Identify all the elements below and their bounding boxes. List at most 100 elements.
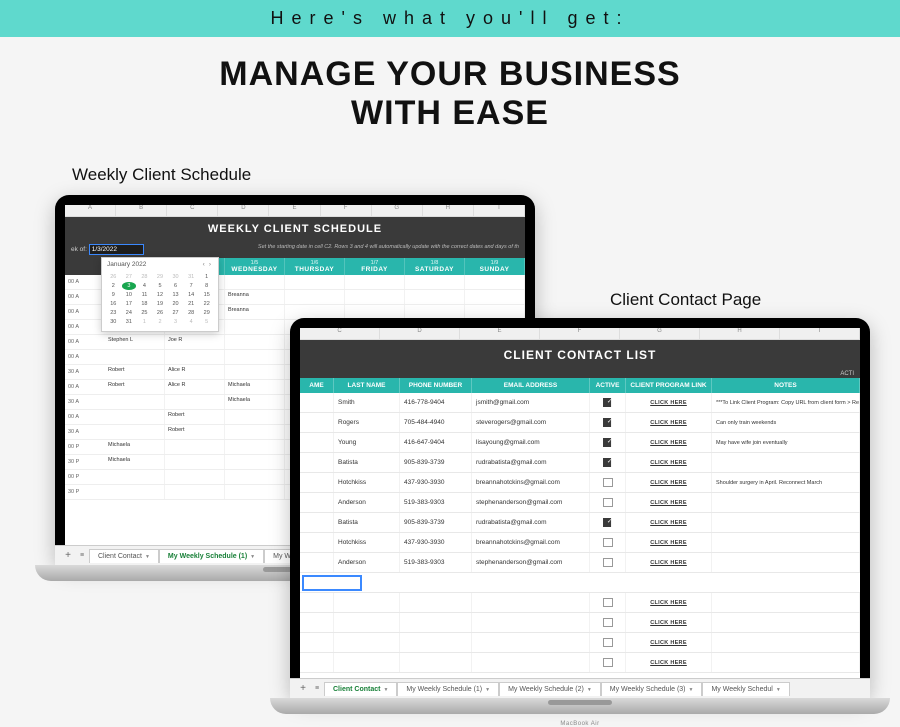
headline-line-1: MANAGE YOUR BUSINESS [0, 55, 900, 94]
time-column: 00 A00 A00 A00 A00 A00 A30 A00 A30 A00 A… [65, 275, 105, 500]
datepicker-day[interactable]: 31 [184, 273, 199, 281]
laptop-base: MacBook Air [270, 698, 890, 714]
contacts-screen: CDEFGHI CLIENT CONTACT LIST ACTI AMELAST… [300, 328, 860, 688]
datepicker-day[interactable]: 2 [153, 318, 168, 326]
sheet-tabs-contacts[interactable]: + ≡ Client Contact▼My Weekly Schedule (1… [300, 678, 860, 688]
datepicker-nav[interactable]: ‹› [201, 261, 213, 268]
contact-row[interactable]: Anderson519-383-9303stephenanderson@gmai… [300, 493, 860, 513]
day-header: 1/9SUNDAY [465, 258, 525, 275]
datepicker-day[interactable]: 22 [199, 300, 214, 308]
datepicker-day[interactable]: 15 [199, 291, 214, 299]
datepicker-day[interactable]: 25 [137, 309, 152, 317]
chevron-right-icon: › [209, 261, 211, 268]
datepicker-day[interactable]: 27 [168, 309, 183, 317]
sheet-tab[interactable]: Client Contact▼ [324, 682, 397, 689]
datepicker-popup[interactable]: January 2022 ‹› 262728293031123456789101… [101, 257, 219, 332]
datepicker-day[interactable]: 3 [168, 318, 183, 326]
sheet-tab[interactable]: My Weekly Schedul▼ [702, 682, 789, 689]
datepicker-day[interactable]: 11 [137, 291, 152, 299]
day-header: 1/6THURSDAY [285, 258, 345, 275]
contact-row[interactable]: Young416-647-9404lisayoung@gmail.com✓CLI… [300, 433, 860, 453]
datepicker-day[interactable]: 31 [122, 318, 137, 326]
datepicker-day[interactable]: 7 [184, 282, 199, 290]
datepicker-day[interactable]: 26 [106, 273, 121, 281]
contact-row[interactable]: Hotchkiss437-930-3930breannahotckins@gma… [300, 473, 860, 493]
datepicker-day[interactable]: 20 [168, 300, 183, 308]
datepicker-day[interactable]: 27 [122, 273, 137, 281]
contact-row[interactable]: Rogers705-484-4940steverogers@gmail.com✓… [300, 413, 860, 433]
contact-row-empty[interactable]: CLICK HERE [300, 633, 860, 653]
sheet-tab[interactable]: My Weekly Schedule (3)▼ [601, 682, 703, 689]
datepicker-day[interactable]: 23 [106, 309, 121, 317]
contact-row-empty[interactable]: CLICK HERE [300, 653, 860, 673]
datepicker-day[interactable]: 29 [199, 309, 214, 317]
datepicker-day[interactable]: 12 [153, 291, 168, 299]
contact-row[interactable]: Batista905-839-3739rudrabatista@gmail.co… [300, 453, 860, 473]
datepicker-month: January 2022 [107, 261, 146, 268]
datepicker-day[interactable]: 24 [122, 309, 137, 317]
datepicker-day[interactable]: 8 [199, 282, 214, 290]
label-weekly-schedule: Weekly Client Schedule [72, 165, 251, 185]
day-header: 1/5WEDNESDAY [225, 258, 285, 275]
datepicker-day[interactable]: 28 [184, 309, 199, 317]
sheets-menu-icon[interactable]: ≡ [310, 685, 324, 688]
datepicker-day[interactable]: 21 [184, 300, 199, 308]
selected-cell[interactable] [302, 575, 362, 591]
sheet-tab[interactable]: Client Contact▼ [89, 549, 159, 556]
schedule-title: WEEKLY CLIENT SCHEDULE [65, 217, 525, 241]
contacts-headers: AMELAST NAMEPHONE NUMBEREMAIL ADDRESSACT… [300, 378, 860, 393]
datepicker-day[interactable]: 1 [137, 318, 152, 326]
datepicker-day[interactable]: 16 [106, 300, 121, 308]
datepicker-day[interactable]: 26 [153, 309, 168, 317]
datepicker-day[interactable]: 14 [184, 291, 199, 299]
sheets-menu-icon[interactable]: ≡ [75, 552, 89, 555]
datepicker-day[interactable]: 1 [199, 273, 214, 281]
datepicker-day[interactable]: 29 [153, 273, 168, 281]
contact-row[interactable]: Hotchkiss437-930-3930breannahotckins@gma… [300, 533, 860, 553]
macbook-brand: MacBook Air [560, 721, 599, 727]
sheet-tab[interactable]: My Weekly Schedule (1)▼ [159, 549, 264, 556]
week-of-label: ek of: [71, 246, 87, 253]
datepicker-day[interactable]: 9 [106, 291, 121, 299]
active-count-label: ACTI [300, 370, 860, 378]
datepicker-day[interactable]: 2 [106, 282, 121, 290]
column-letters: CDEFGHI [300, 328, 860, 340]
datepicker-day[interactable]: 10 [122, 291, 137, 299]
datepicker-day[interactable]: 4 [184, 318, 199, 326]
schedule-instruction: Set the starting date in cell C2. Rows 3… [258, 244, 519, 250]
contact-row[interactable]: Anderson519-383-9303stephenanderson@gmai… [300, 553, 860, 573]
sheet-tab[interactable]: My Weekly Schedule (1)▼ [397, 682, 499, 689]
column-letters: ABCDEFGHI [65, 205, 525, 217]
datepicker-day[interactable]: 4 [137, 282, 152, 290]
contacts-title: CLIENT CONTACT LIST [300, 340, 860, 370]
datepicker-day[interactable]: 28 [137, 273, 152, 281]
week-of-input[interactable] [89, 244, 144, 255]
promo-banner: Here's what you'll get: [0, 0, 900, 37]
datepicker-day[interactable]: 19 [153, 300, 168, 308]
laptop-contacts: CDEFGHI CLIENT CONTACT LIST ACTI AMELAST… [290, 318, 870, 698]
datepicker-day[interactable]: 17 [122, 300, 137, 308]
contact-row-empty[interactable]: CLICK HERE [300, 613, 860, 633]
contact-row[interactable]: Smith416-778-9404jsmith@gmail.com✓CLICK … [300, 393, 860, 413]
datepicker-day[interactable]: 5 [153, 282, 168, 290]
day-header: 1/8SATURDAY [405, 258, 465, 275]
datepicker-day[interactable]: 6 [168, 282, 183, 290]
contacts-rows[interactable]: Smith416-778-9404jsmith@gmail.com✓CLICK … [300, 393, 860, 673]
headline: MANAGE YOUR BUSINESS WITH EASE [0, 55, 900, 133]
chevron-left-icon: ‹ [203, 261, 205, 268]
contact-row-empty[interactable]: CLICK HERE [300, 593, 860, 613]
datepicker-day[interactable]: 30 [168, 273, 183, 281]
week-of-row: ek of: Set the starting date in cell C2.… [65, 241, 525, 258]
datepicker-day[interactable]: 13 [168, 291, 183, 299]
datepicker-grid[interactable]: 2627282930311234567891011121314151617181… [102, 271, 218, 331]
datepicker-day[interactable]: 5 [199, 318, 214, 326]
datepicker-day[interactable]: 18 [137, 300, 152, 308]
label-client-contact: Client Contact Page [610, 290, 761, 310]
headline-line-2: WITH EASE [0, 94, 900, 133]
sheet-tab[interactable]: My Weekly Schedule (2)▼ [499, 682, 601, 689]
contact-row[interactable]: Batista905-839-3739rudrabatista@gmail.co… [300, 513, 860, 533]
add-sheet-icon[interactable]: + [65, 550, 75, 555]
datepicker-day[interactable]: 30 [106, 318, 121, 326]
datepicker-day[interactable]: 3 [122, 282, 137, 290]
add-sheet-icon[interactable]: + [300, 683, 310, 688]
